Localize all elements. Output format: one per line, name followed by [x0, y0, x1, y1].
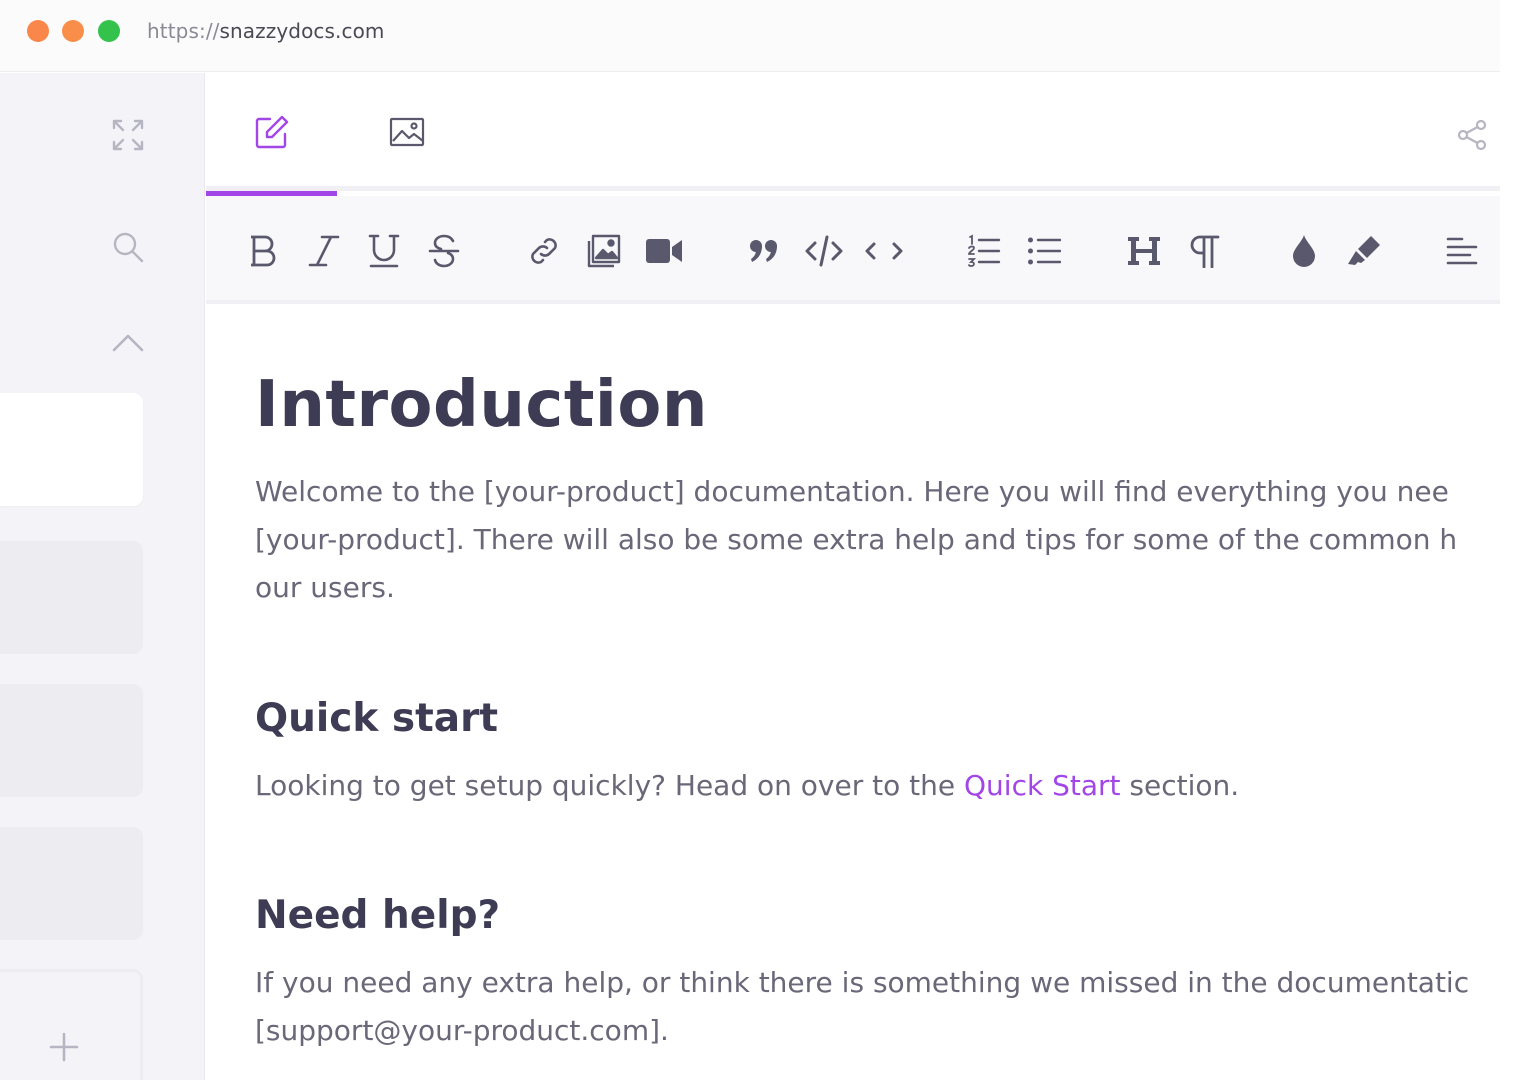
- quickstart-text: Looking to get setup quickly? Head on ov…: [255, 769, 964, 802]
- code-block-icon: [805, 235, 843, 267]
- editor-tabs: [206, 73, 1500, 196]
- sidebar-item[interactable]: [0, 541, 143, 654]
- editor-panel: Introduction Welcome to the [your-produc…: [206, 73, 1500, 1080]
- edit-icon: [255, 115, 288, 149]
- italic-button[interactable]: [302, 229, 346, 273]
- quote-button[interactable]: [742, 229, 786, 273]
- tab-media[interactable]: [341, 73, 472, 191]
- document-title: Introduction: [255, 368, 708, 442]
- sidebar: [0, 73, 205, 1080]
- ordered-list-icon: [968, 234, 1001, 267]
- heading-button[interactable]: [1122, 229, 1166, 273]
- help-heading: Need help?: [255, 893, 501, 938]
- strikethrough-button[interactable]: [422, 229, 466, 273]
- quickstart-paragraph: Looking to get setup quickly? Head on ov…: [255, 762, 1239, 810]
- heading-icon: [1128, 237, 1160, 265]
- strikethrough-icon: [428, 234, 460, 268]
- link-icon: [531, 238, 557, 264]
- document-body[interactable]: Introduction Welcome to the [your-produc…: [255, 358, 1500, 1080]
- share-button[interactable]: [1454, 117, 1490, 153]
- image-icon: [389, 117, 424, 147]
- sidebar-item-active[interactable]: [0, 393, 143, 506]
- intro-paragraph-line: our users.: [255, 571, 395, 604]
- quickstart-link[interactable]: Quick Start: [964, 769, 1120, 802]
- video-icon: [646, 239, 682, 263]
- share-icon: [1457, 119, 1487, 151]
- insert-video-button[interactable]: [642, 229, 686, 273]
- underline-icon: [368, 234, 400, 268]
- bold-icon: [251, 235, 276, 267]
- inline-code-button[interactable]: [862, 229, 906, 273]
- address-bar[interactable]: https://snazzydocs.com: [147, 19, 385, 43]
- unordered-list-button[interactable]: [1022, 229, 1066, 273]
- url-host: snazzydocs.com: [219, 19, 385, 43]
- help-paragraph-line: [support@your-product.com].: [255, 1014, 669, 1047]
- highlight-button[interactable]: [1342, 229, 1386, 273]
- paragraph-icon: [1190, 235, 1220, 268]
- text-color-button[interactable]: [1282, 229, 1326, 273]
- unordered-list-icon: [1028, 237, 1061, 265]
- tab-edit[interactable]: [206, 73, 337, 196]
- expand-icon[interactable]: [108, 115, 148, 155]
- chevron-up-icon[interactable]: [108, 323, 148, 363]
- quickstart-heading: Quick start: [255, 696, 498, 741]
- sidebar-item[interactable]: [0, 684, 143, 797]
- url-protocol: https://: [147, 19, 220, 43]
- image-icon: [587, 234, 621, 268]
- highlighter-icon: [1348, 236, 1380, 265]
- insert-image-button[interactable]: [582, 229, 626, 273]
- quickstart-text: section.: [1120, 769, 1240, 802]
- add-item-card[interactable]: [0, 969, 143, 1080]
- intro-paragraph-line: Welcome to the [your-product] documentat…: [255, 475, 1449, 508]
- underline-button[interactable]: [362, 229, 406, 273]
- browser-titlebar: https://snazzydocs.com: [0, 0, 1500, 72]
- help-paragraph-line: If you need any extra help, or think the…: [255, 966, 1470, 999]
- window-close-button[interactable]: [27, 20, 49, 42]
- search-icon[interactable]: [108, 227, 148, 267]
- quote-icon: [750, 240, 777, 262]
- formatting-toolbar: [206, 196, 1500, 304]
- align-button[interactable]: [1440, 229, 1484, 273]
- plus-icon[interactable]: [44, 1027, 84, 1067]
- align-left-icon: [1446, 237, 1478, 265]
- ordered-list-button[interactable]: [962, 229, 1006, 273]
- window-zoom-button[interactable]: [98, 20, 120, 42]
- bold-button[interactable]: [242, 229, 286, 273]
- link-button[interactable]: [522, 229, 566, 273]
- paragraph-button[interactable]: [1182, 229, 1226, 273]
- intro-paragraph-line: [your-product]. There will also be some …: [255, 523, 1458, 556]
- sidebar-item[interactable]: [0, 827, 143, 940]
- window-minimize-button[interactable]: [62, 20, 84, 42]
- inline-code-icon: [865, 242, 903, 260]
- italic-icon: [308, 235, 340, 267]
- code-block-button[interactable]: [802, 229, 846, 273]
- droplet-icon: [1293, 235, 1315, 267]
